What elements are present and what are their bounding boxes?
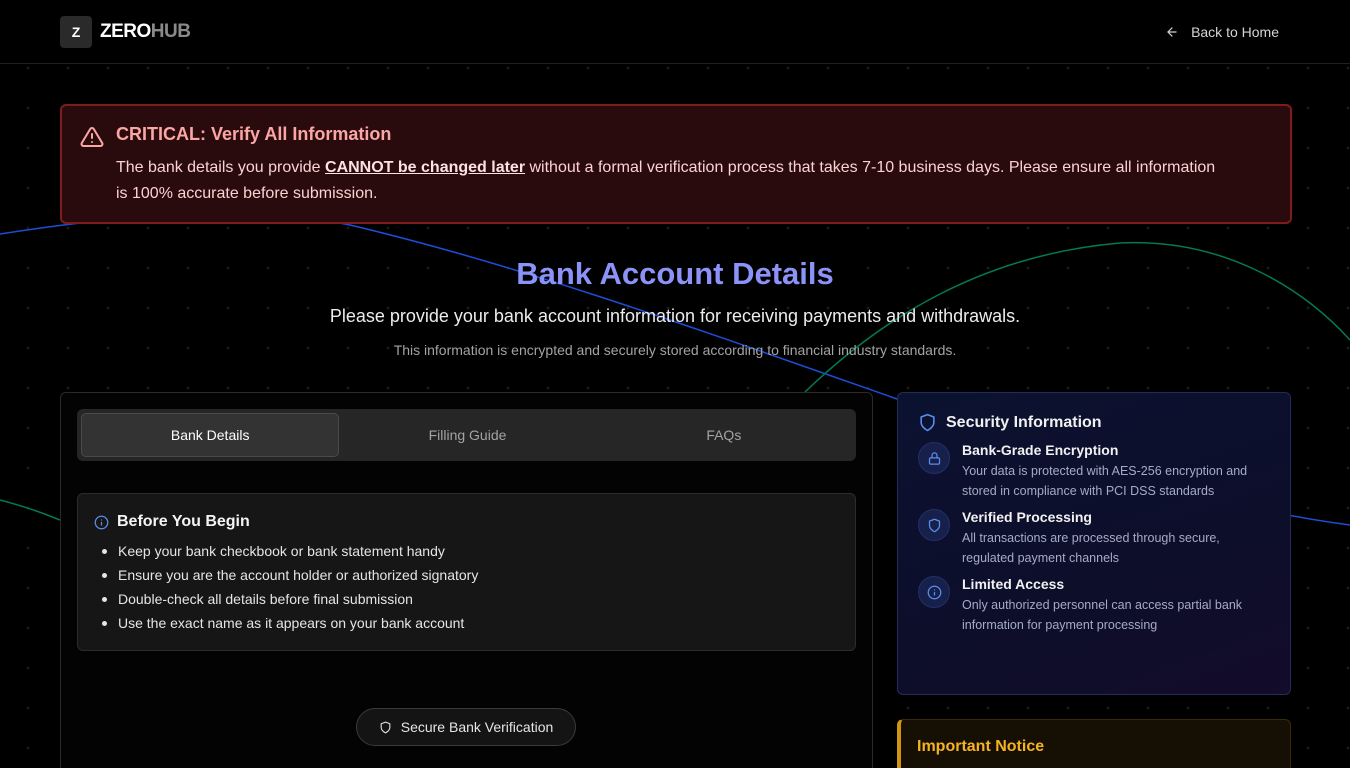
security-item-title: Limited Access <box>962 576 1065 592</box>
page-subtitle: Please provide your bank account informa… <box>329 306 1021 326</box>
bank-form-card: Bank Details Filling Guide FAQs Before Y… <box>60 392 873 768</box>
important-notice-title: Important Notice <box>917 738 1045 755</box>
logo[interactable]: Z ZEROHUB <box>60 15 191 48</box>
list-item: Double-check all details before final su… <box>102 587 839 611</box>
info-icon <box>94 515 109 529</box>
security-item-processing: Verified Processing All transactions are… <box>918 509 1270 568</box>
list-item: Ensure you are the account holder or aut… <box>102 563 839 587</box>
top-nav: Z ZEROHUB Back to Home <box>0 0 1350 64</box>
back-to-home-link[interactable]: Back to Home <box>1165 24 1279 40</box>
logo-text-secondary: HUB <box>150 20 191 42</box>
shield-icon <box>918 509 950 541</box>
logo-text-primary: ZERO <box>100 20 151 42</box>
secure-verification-badge: Secure Bank Verification <box>356 708 576 746</box>
important-notice-card: Important Notice <box>897 719 1291 768</box>
shield-icon <box>380 721 391 733</box>
security-item-desc: All transactions are processed through s… <box>962 531 1220 565</box>
back-to-home-label: Back to Home <box>1191 23 1279 40</box>
before-you-begin-box: Before You Begin Keep your bank checkboo… <box>77 493 856 651</box>
secure-verification-label: Secure Bank Verification <box>400 719 554 735</box>
page-title: Bank Account Details <box>516 256 834 291</box>
list-item: Keep your bank checkbook or bank stateme… <box>102 539 839 563</box>
security-item-title: Bank-Grade Encryption <box>962 442 1119 458</box>
logo-mark: Z <box>60 15 92 48</box>
security-item-desc: Your data is protected with AES-256 encr… <box>962 464 1248 498</box>
critical-alert: CRITICAL: Verify All Information The ban… <box>60 104 1292 224</box>
page-note: This information is encrypted and secure… <box>393 342 957 358</box>
before-you-begin-list: Keep your bank checkbook or bank stateme… <box>94 539 839 635</box>
lock-icon <box>918 442 950 474</box>
security-item-access: Limited Access Only authorized personnel… <box>918 576 1270 635</box>
tab-faqs[interactable]: FAQs <box>596 413 852 457</box>
info-icon <box>918 576 950 608</box>
security-info-title: Security Information <box>946 413 1102 431</box>
tab-bar: Bank Details Filling Guide FAQs <box>77 409 856 461</box>
before-you-begin-title: Before You Begin <box>117 513 250 530</box>
alert-body-emphasis: CANNOT be changed later <box>325 159 526 176</box>
shield-icon <box>920 413 935 432</box>
security-item-encryption: Bank-Grade Encryption Your data is prote… <box>918 442 1270 501</box>
alert-body: The bank details you provide CANNOT be c… <box>116 155 1216 207</box>
security-item-title: Verified Processing <box>962 509 1092 525</box>
warning-icon <box>80 124 104 222</box>
alert-body-prefix: The bank details you provide <box>116 159 326 176</box>
logo-text: ZEROHUB <box>100 20 191 43</box>
alert-title: CRITICAL: Verify All Information <box>116 124 392 144</box>
arrow-left-icon <box>1167 26 1177 37</box>
security-info-card: Security Information Bank-Grade Encrypti… <box>897 392 1291 695</box>
list-item: Use the exact name as it appears on your… <box>102 611 839 635</box>
tab-filling-guide[interactable]: Filling Guide <box>339 413 595 457</box>
security-item-desc: Only authorized personnel can access par… <box>962 598 1243 632</box>
tab-bank-details[interactable]: Bank Details <box>81 413 340 457</box>
